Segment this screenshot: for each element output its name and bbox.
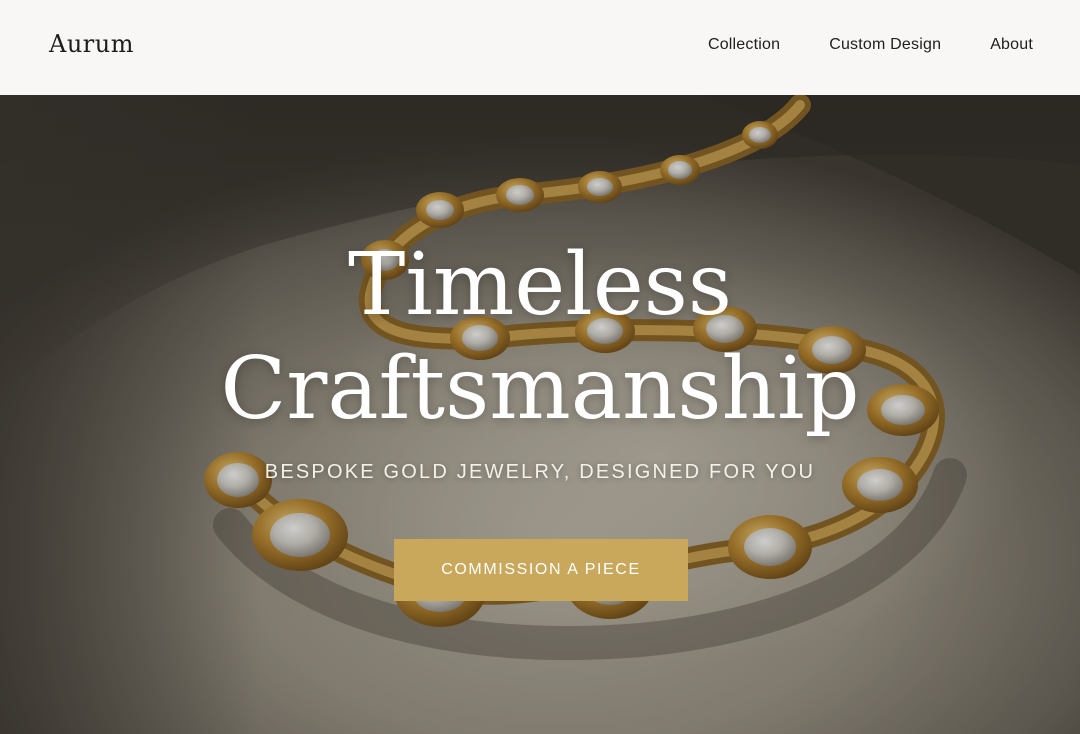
hero-section: Timeless Craftsmanship BESPOKE GOLD JEWE… <box>0 95 1080 734</box>
hero-title: Timeless Craftsmanship <box>0 233 1080 441</box>
nav-link-custom-design[interactable]: Custom Design <box>829 36 941 54</box>
brand-logo[interactable]: Aurum <box>49 30 134 58</box>
hero-subtitle: BESPOKE GOLD JEWELRY, DESIGNED FOR YOU <box>264 461 816 483</box>
commission-piece-button[interactable]: COMMISSION A PIECE <box>394 539 688 601</box>
hero-title-line-2: Craftsmanship <box>220 339 860 439</box>
page: Aurum Collection Custom Design About Tim… <box>0 0 1080 734</box>
nav-link-collection[interactable]: Collection <box>708 36 780 54</box>
main-nav: Collection Custom Design About <box>708 36 1033 54</box>
hero-title-line-1: Timeless <box>348 235 732 335</box>
site-header: Aurum Collection Custom Design About <box>0 0 1080 95</box>
nav-link-about[interactable]: About <box>990 36 1033 54</box>
